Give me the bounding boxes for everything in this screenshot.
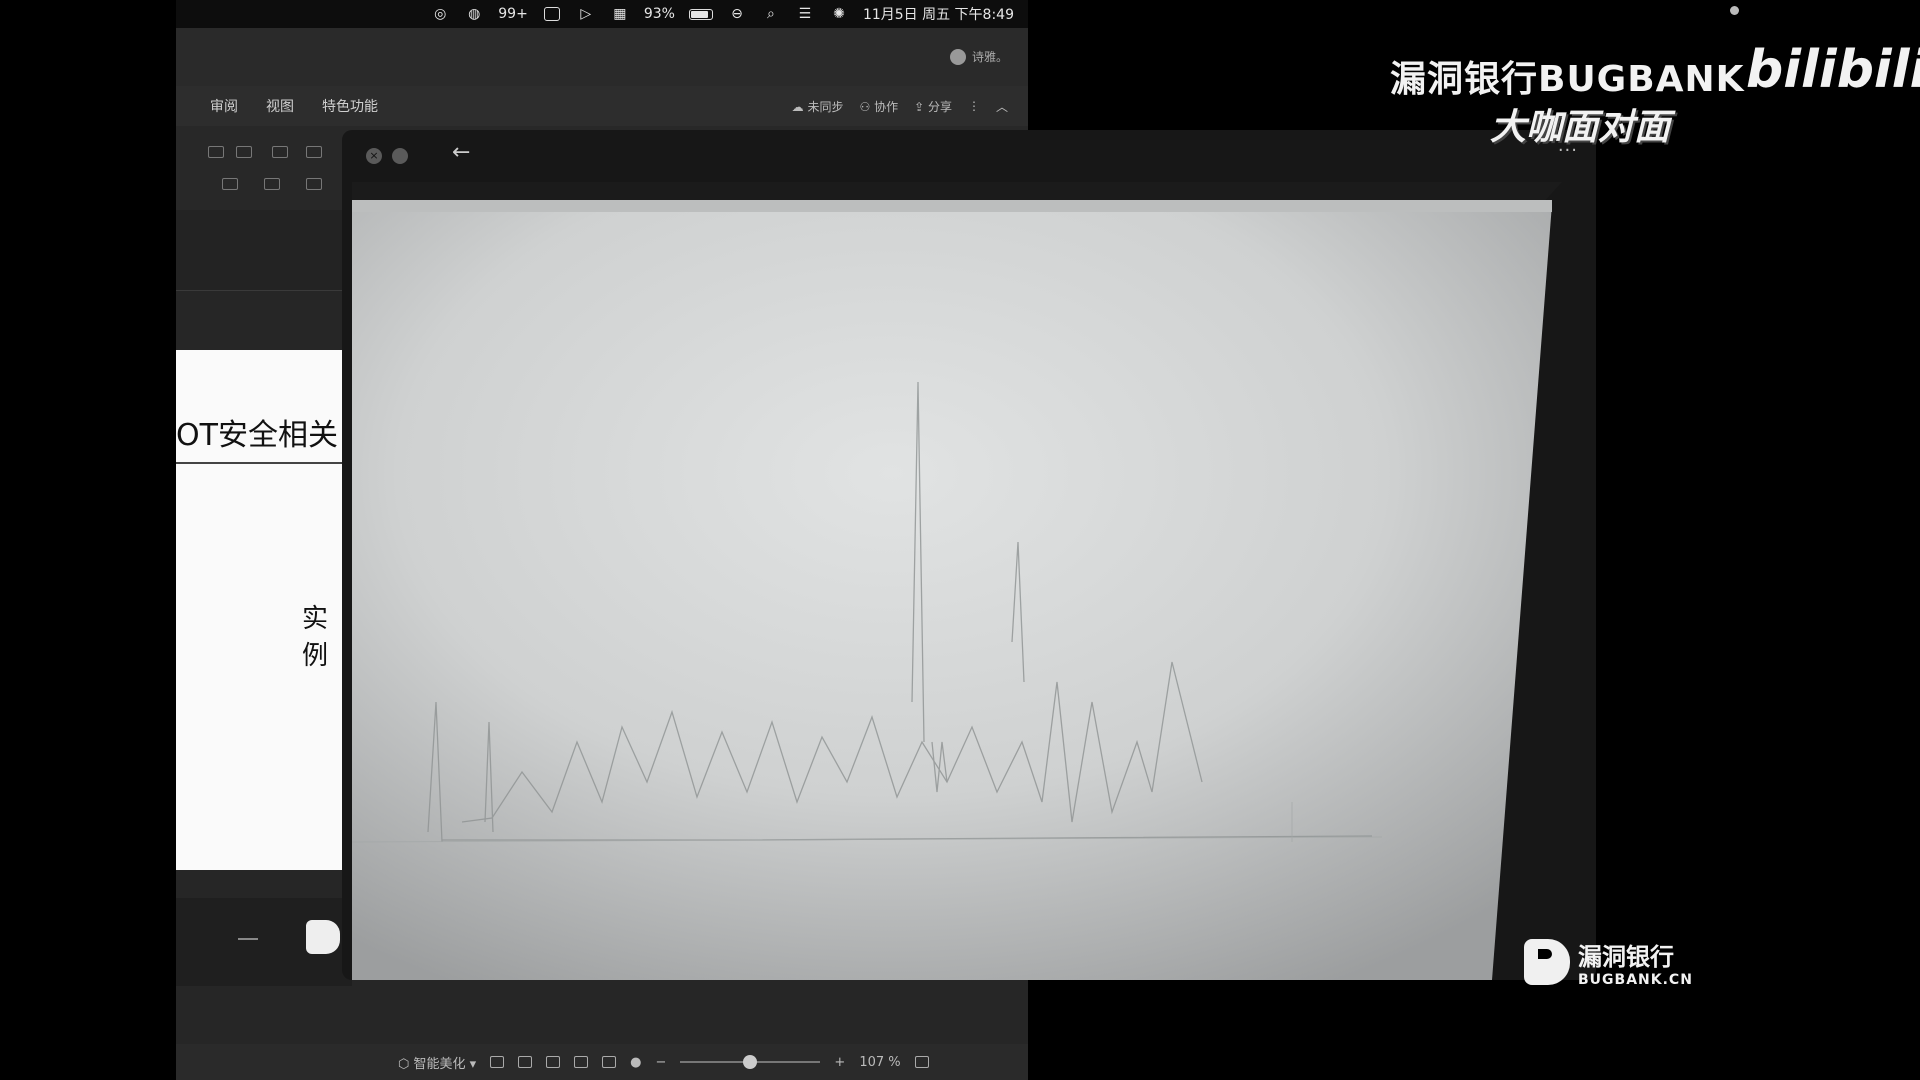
back-button[interactable]: ← [452,140,470,165]
slideshow-icon[interactable] [602,1056,617,1068]
slide-panel-header [176,210,352,291]
tab-view[interactable]: 视图 [252,96,308,116]
toolbar-tool-icon[interactable] [306,178,322,190]
reading-view-icon[interactable] [574,1056,589,1068]
person-icon: ⚇ [859,99,875,114]
share-label: 分享 [927,99,952,114]
wechat-badge: 99+ [498,6,528,22]
bilibili-logo: bilibili [1746,40,1920,100]
cloud-sync-icon: ☁ [791,99,808,114]
ribbon-tab-bar: 审阅 视图 特色功能 ☁ 未同步 ⚇ 协作 ⇪ 分享 ⋮ ︿ [176,86,1028,126]
more-options-icon[interactable]: ⋮ [968,99,980,113]
toolbar-tool-icon[interactable] [306,146,322,158]
tab-special-features[interactable]: 特色功能 [308,96,392,116]
user-name: 诗雅。 [971,50,1008,64]
slide-footer [176,898,352,986]
photo-of-screen [352,182,1562,980]
photo-image [352,182,1562,980]
sync-button[interactable]: ☁ 未同步 [792,98,844,115]
menu-bar: ◎ ◍ 99+ ▷ ▦ 93% ⊖ ⌕ ☰ ✺ 11月5日 周五 下午8:49 [176,0,1028,28]
bugbank-logo-icon [1524,939,1570,985]
siri-icon[interactable]: ✺ [829,5,849,23]
zoom-slider[interactable] [680,1055,821,1069]
smart-beautify-button[interactable]: ⬡ 智能美化 ▾ [398,1053,476,1072]
avatar [949,48,966,65]
normal-view-icon[interactable] [518,1056,533,1068]
brand-subtitle: 大咖面对面 [1490,107,1671,148]
zoom-slider-knob[interactable] [743,1055,758,1069]
collaborate-label: 协作 [874,99,899,114]
creative-cloud-icon[interactable]: ◎ [430,5,450,23]
search-icon[interactable]: ⌕ [761,5,781,23]
notes-icon[interactable] [490,1056,505,1068]
link-icon[interactable]: ⊖ [727,5,747,23]
grid-view-icon[interactable] [546,1056,561,1068]
share-icon: ⇪ [914,99,928,114]
brand-title: 漏洞银行BUGBANK [1390,59,1745,100]
minimize-button[interactable] [392,148,408,164]
smart-beautify-label: 智能美化 [413,1056,466,1072]
chevron-up-icon[interactable]: ︿ [996,98,1008,115]
play-icon[interactable]: ▷ [576,5,596,23]
image-viewer-window: × ← ··· [342,130,1596,980]
corner-en: BUGBANK.CN [1578,971,1693,988]
bugbank-corner-watermark: 漏洞银行 BUGBANK.CN [1524,934,1804,990]
bugbank-logo [306,920,340,954]
toolbar-tool-icon[interactable] [236,146,252,158]
bugbank-corner-text: 漏洞银行 BUGBANK.CN [1578,937,1693,988]
zoom-value: 107 % [859,1054,901,1070]
wps-icon[interactable] [542,5,562,23]
slide-canvas[interactable]: OT安全相关 实例 [176,350,352,986]
user-account[interactable]: 诗雅。 [949,48,1008,65]
battery-icon[interactable] [688,8,713,20]
footer-divider [238,938,258,940]
zoom-out-button[interactable]: − [656,1055,667,1070]
fit-window-icon[interactable] [914,1056,929,1068]
status-dot [1730,6,1739,15]
cube-icon: ⬡ [398,1056,414,1072]
toolbar-tool-icon[interactable] [208,146,224,158]
slide-title: OT安全相关 [176,418,338,453]
app-title-bar: 诗雅。 [176,28,1028,86]
wechat-icon[interactable]: ◍ [464,5,484,23]
control-center-icon[interactable]: ☰ [795,5,815,23]
menu-bar-clock: 11月5日 周五 下午8:49 [862,7,1014,23]
zoom-in-button[interactable]: + [834,1055,845,1070]
status-bar: ⬡ 智能美化 ▾ ● − + 107 % [176,1044,1028,1080]
toolbar-tool-icon[interactable] [264,178,280,190]
battery-fill [690,10,708,18]
corner-cn: 漏洞银行 [1578,942,1674,971]
tab-review[interactable]: 审阅 [196,96,252,116]
collaborate-button[interactable]: ⚇ 协作 [860,98,899,115]
ribbon-actions: ☁ 未同步 ⚇ 协作 ⇪ 分享 ⋮ ︿ [792,86,1008,126]
toolbar-tool-icon[interactable] [272,146,288,158]
battery-percent: 93% [643,6,675,22]
sync-label: 未同步 [807,99,844,114]
share-button[interactable]: ⇪ 分享 [914,98,952,115]
record-icon[interactable]: ● [630,1055,641,1070]
grid-icon[interactable]: ▦ [610,5,630,23]
toolbar-tool-icon[interactable] [222,178,238,190]
close-button[interactable]: × [366,148,382,164]
slide-divider [176,462,352,464]
